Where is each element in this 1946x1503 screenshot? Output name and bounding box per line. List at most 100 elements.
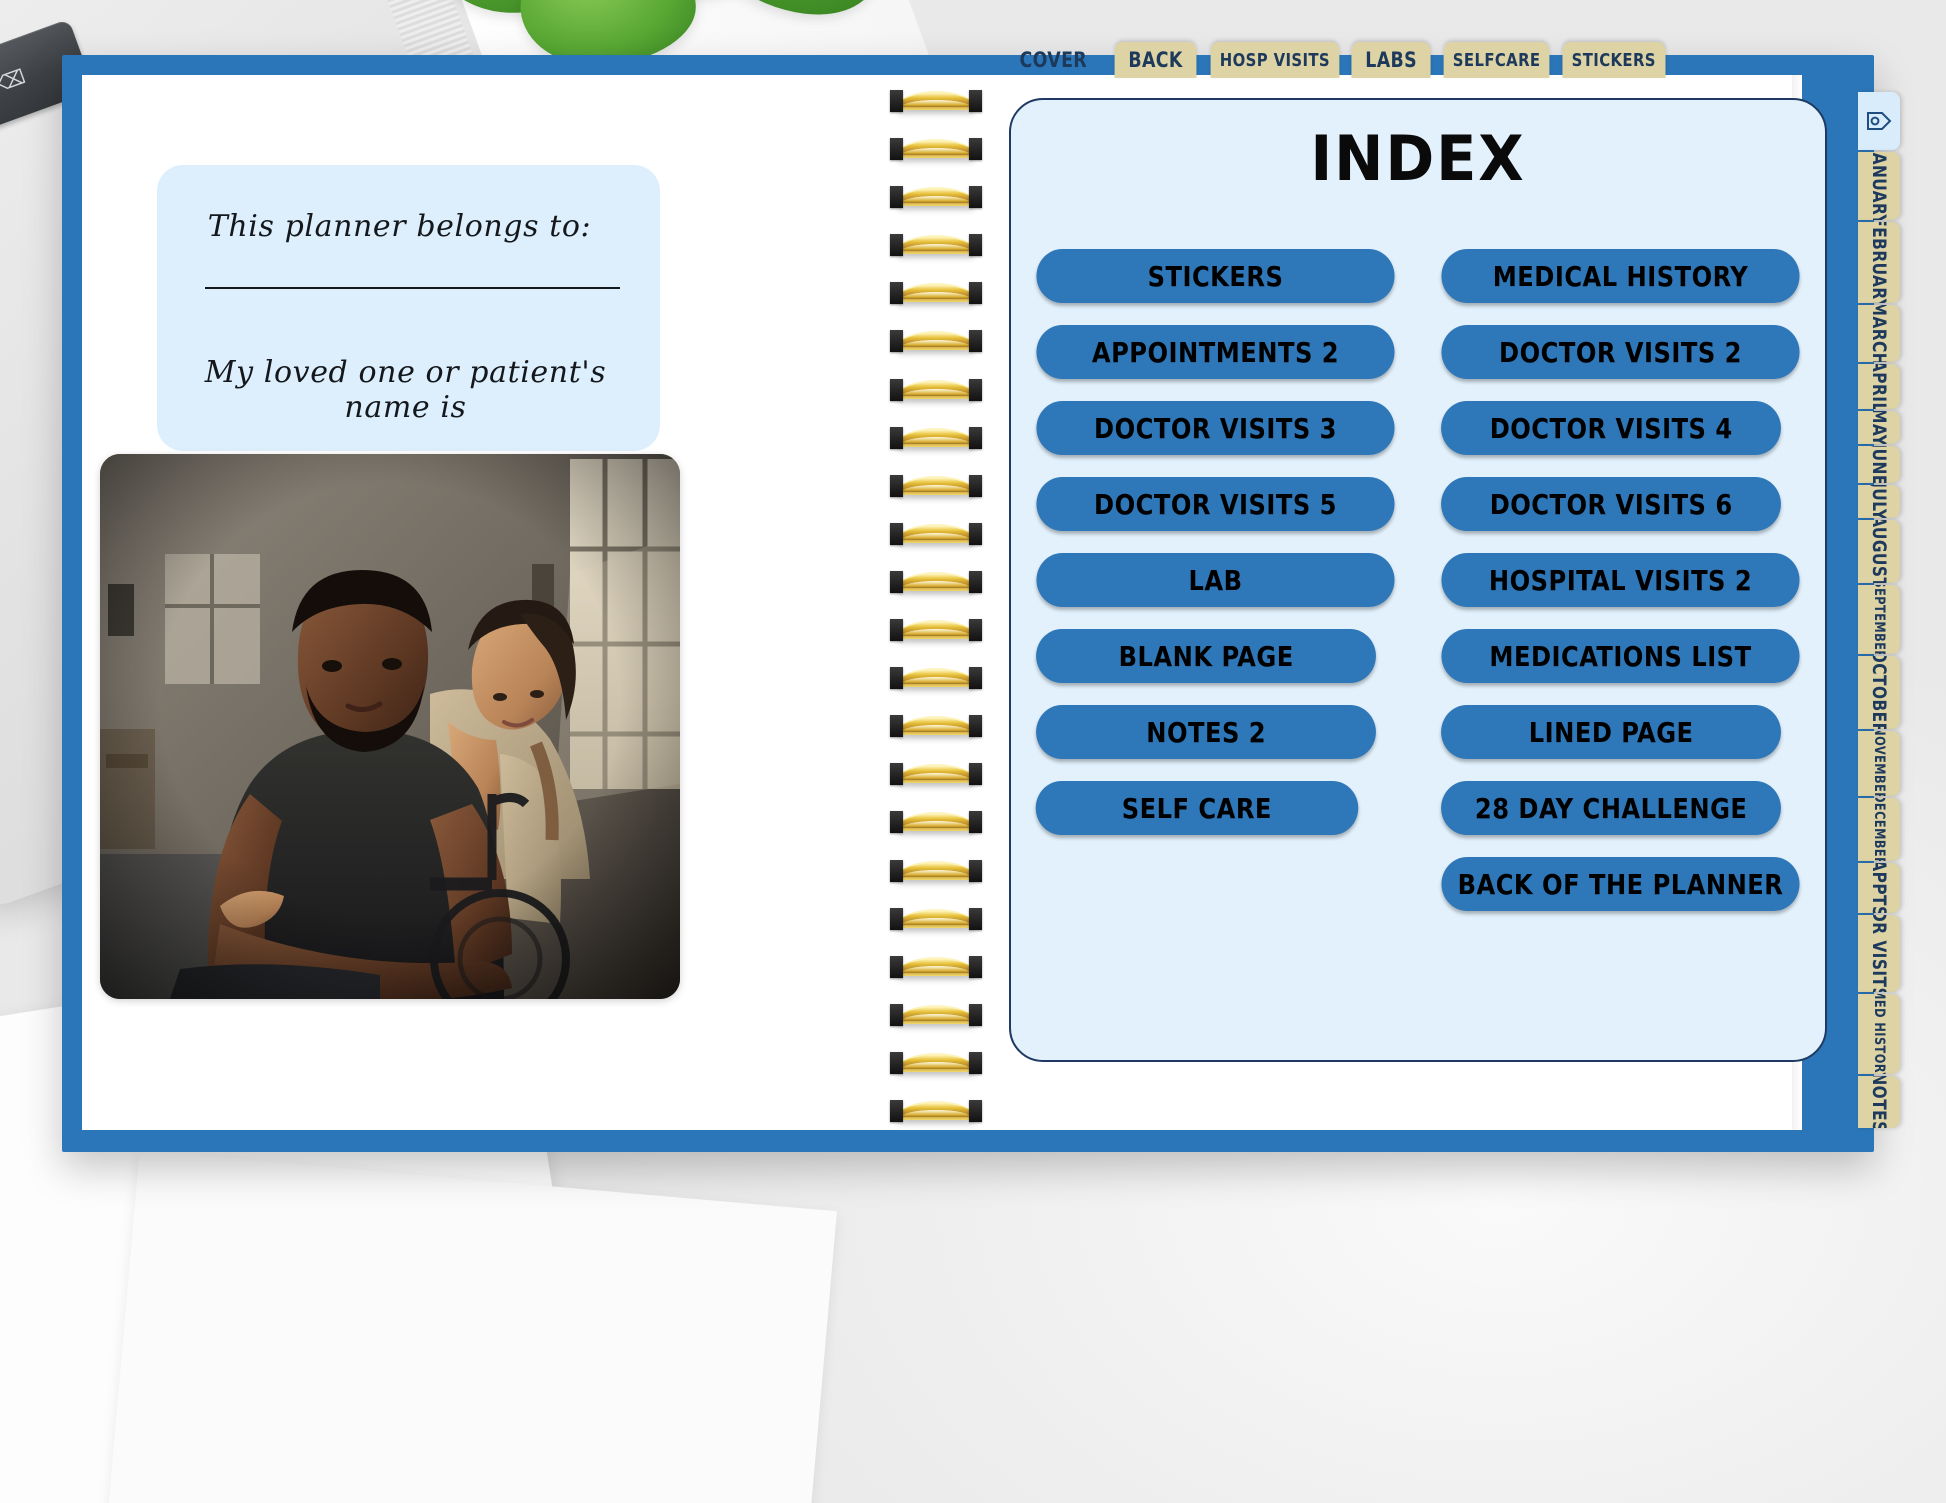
side-tab-february[interactable]: FEBRUARY [1858,222,1900,304]
side-tab-march[interactable]: MARCH [1858,305,1900,362]
owner-card: This planner belongs to: My loved one or… [157,165,660,462]
side-tab-label: NOTES [1868,1076,1890,1129]
index-button-self-care[interactable]: SELF CARE [1035,781,1358,835]
side-tab-april[interactable]: APRIL [1858,363,1900,410]
screenshot-root: F11 F12 ⌫ + — P : > . COVER BACK HOSP VI… [0,0,1946,1503]
side-tab-label: MAY [1868,411,1890,444]
side-tab-label: DECEMBER [1871,797,1887,861]
owner-card-label-1: This planner belongs to: [207,209,592,244]
index-cell: DOCTOR VISITS 6 [1434,466,1807,542]
index-button-lined-page[interactable]: LINED PAGE [1441,705,1782,759]
index-cell [1029,846,1402,922]
spiral-ring [888,954,984,984]
side-tab-january[interactable]: JANUARY [1858,152,1900,221]
side-tab-october[interactable]: OCTOBER [1858,655,1900,730]
side-tab-appts[interactable]: APPTS [1858,862,1900,913]
spiral-ring [888,425,984,455]
index-cell: NOTES 2 [1029,694,1402,770]
index-button-appointments-2[interactable]: APPOINTMENTS 2 [1036,325,1395,379]
index-panel: INDEX STICKERS MEDICAL HISTORY APPOINTME… [1009,98,1827,1062]
tab-hosp-visits[interactable]: HOSP VISITS [1210,42,1339,78]
index-button-doctor-visits-2[interactable]: DOCTOR VISITS 2 [1441,325,1800,379]
index-button-medications-list[interactable]: MEDICATIONS LIST [1441,629,1800,683]
spiral-ring [888,1098,984,1128]
index-cell: DOCTOR VISITS 2 [1434,314,1807,390]
index-button-28-day-challenge[interactable]: 28 DAY CHALLENGE [1441,781,1782,835]
side-tab-label: JANUARY [1868,152,1890,221]
side-tab-label: MED HISTORY [1871,994,1887,1075]
index-cell: BLANK PAGE [1029,618,1402,694]
side-tab-label: FEBRUARY [1868,222,1890,304]
side-tab-label: NOVEMBER [1871,731,1887,796]
spiral-ring [888,1050,984,1080]
side-tab-dr-visits[interactable]: DR VISITS [1858,914,1900,993]
spiral-ring [888,232,984,262]
index-button-doctor-visits-3[interactable]: DOCTOR VISITS 3 [1036,401,1395,455]
left-page: This planner belongs to: My loved one or… [20,20,880,1481]
index-cell: DOCTOR VISITS 4 [1434,390,1807,466]
spiral-ring [888,88,984,118]
spiral-ring [888,1002,984,1032]
spiral-ring [888,809,984,839]
side-tab-june[interactable]: JUNE [1858,445,1900,484]
side-tab-label: APRIL [1868,363,1890,410]
side-tab-bookmark[interactable] [1858,92,1900,150]
tab-labs[interactable]: LABS [1351,42,1432,78]
tab-stickers[interactable]: STICKERS [1562,42,1666,78]
spiral-ring [888,713,984,743]
side-tab-label: SEPTEMBER [1871,585,1887,654]
index-cell: LAB [1029,542,1402,618]
tab-back[interactable]: BACK [1115,42,1198,78]
spiral-ring [888,617,984,647]
side-tab-label: DR VISITS [1868,914,1890,993]
side-tab-july[interactable]: JULY [1858,485,1900,519]
spiral-ring [888,280,984,310]
index-cell: STICKERS [1029,238,1402,314]
spiral-ring [888,906,984,936]
index-cell: DOCTOR VISITS 5 [1029,466,1402,542]
index-button-doctor-visits-5[interactable]: DOCTOR VISITS 5 [1036,477,1395,531]
page-title: INDEX [1310,122,1526,195]
spiral-ring [888,665,984,695]
bookmark-icon [1867,112,1892,130]
side-tab-notes[interactable]: NOTES [1858,1076,1900,1129]
spiral-ring [888,136,984,166]
side-tab-november[interactable]: NOVEMBER [1858,731,1900,796]
side-tab-label: AUGUST [1868,520,1890,583]
index-button-hospital-visits-2[interactable]: HOSPITAL VISITS 2 [1441,553,1800,607]
spiral-ring [888,377,984,407]
index-button-doctor-visits-4[interactable]: DOCTOR VISITS 4 [1441,401,1782,455]
side-tab-september[interactable]: SEPTEMBER [1858,585,1900,654]
spiral-ring [888,761,984,791]
index-button-back-of-the-planner[interactable]: BACK OF THE PLANNER [1441,857,1800,911]
spiral-ring [888,184,984,214]
index-cell: 28 DAY CHALLENGE [1434,770,1807,846]
side-tab-december[interactable]: DECEMBER [1858,797,1900,861]
side-tab-label: JULY [1868,485,1890,519]
index-cell: MEDICATIONS LIST [1434,618,1807,694]
index-button-lab[interactable]: LAB [1036,553,1395,607]
index-button-notes-2[interactable]: NOTES 2 [1036,705,1377,759]
side-tab-label: JUNE [1868,445,1890,484]
cover-photo [100,454,680,999]
index-button-stickers[interactable]: STICKERS [1036,249,1395,303]
side-tab-august[interactable]: AUGUST [1858,520,1900,583]
side-tab-label: APPTS [1868,862,1890,913]
side-tab-may[interactable]: MAY [1858,411,1900,444]
side-tab-med-history[interactable]: MED HISTORY [1858,994,1900,1075]
index-button-medical-history[interactable]: MEDICAL HISTORY [1441,249,1800,303]
spiral-ring [888,473,984,503]
tab-cover[interactable]: COVER [1016,42,1104,78]
tab-selfcare[interactable]: SELFCARE [1443,42,1550,78]
index-cell: APPOINTMENTS 2 [1029,314,1402,390]
owner-card-label-2: My loved one or patient's name is [204,355,607,425]
index-button-doctor-visits-6[interactable]: DOCTOR VISITS 6 [1441,477,1782,531]
index-button-blank-page[interactable]: BLANK PAGE [1036,629,1377,683]
index-cell: SELF CARE [1029,770,1402,846]
spiral-ring [888,858,984,888]
side-tab-bar: JANUARY FEBRUARY MARCH APRIL MAY JUNE JU… [1858,92,1900,1130]
owner-name-field[interactable] [205,287,620,289]
index-cell: LINED PAGE [1434,694,1807,770]
spiral-binding [888,88,984,1128]
top-tab-bar: COVER BACK HOSP VISITS LABS SELFCARE STI… [1012,42,1670,78]
